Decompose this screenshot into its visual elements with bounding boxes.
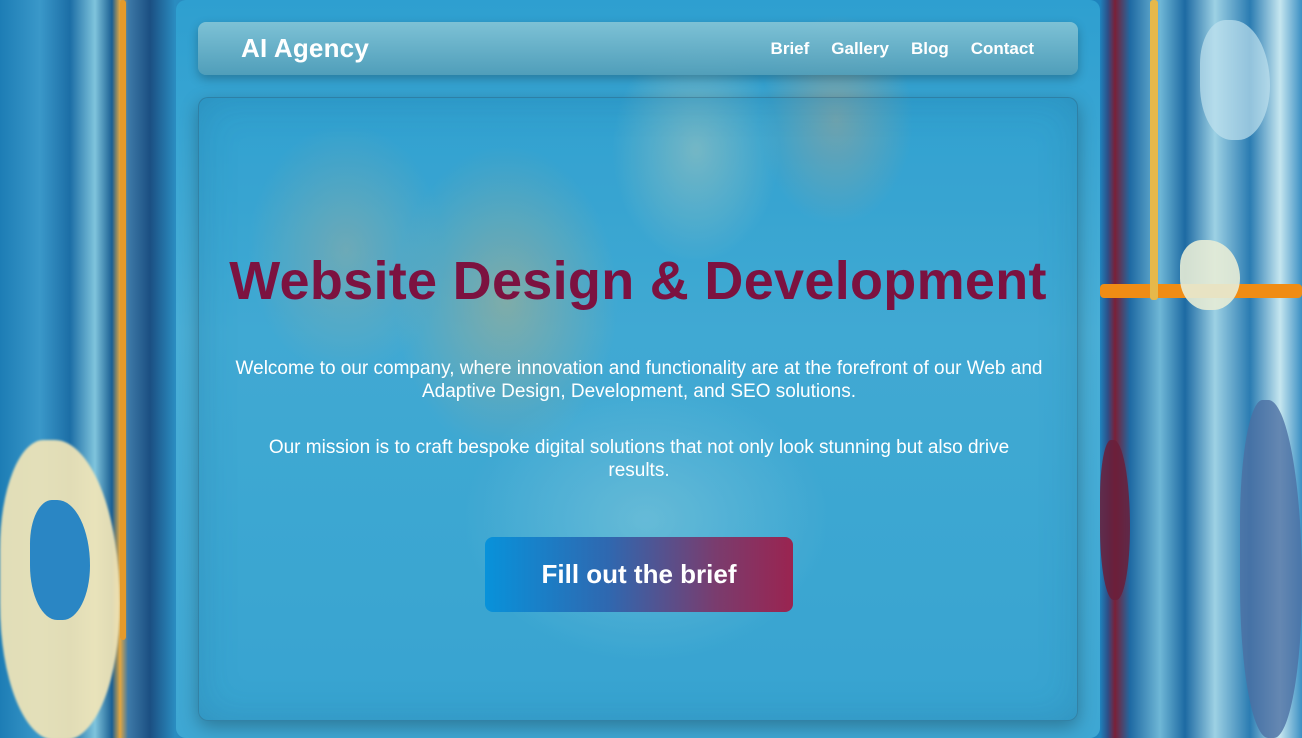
paint-blot <box>1240 400 1302 738</box>
nav-link-gallery[interactable]: Gallery <box>831 39 889 59</box>
navbar: AI Agency Brief Gallery Blog Contact <box>198 22 1078 75</box>
paint-blot <box>1180 240 1240 310</box>
fill-brief-button[interactable]: Fill out the brief <box>485 537 793 612</box>
nav-link-brief[interactable]: Brief <box>771 39 810 59</box>
brand-logo[interactable]: AI Agency <box>241 33 369 64</box>
paint-stroke <box>120 0 126 640</box>
nav-link-contact[interactable]: Contact <box>971 39 1034 59</box>
mission-paragraph: Our mission is to craft bespoke digital … <box>268 437 1010 481</box>
nav-links: Brief Gallery Blog Contact <box>771 39 1034 59</box>
intro-paragraph: Welcome to our company, where innovation… <box>235 358 1043 402</box>
paint-blot <box>1100 440 1130 600</box>
nav-link-blog[interactable]: Blog <box>911 39 949 59</box>
page-title: Website Design & Development <box>229 251 1047 311</box>
hero-card: Website Design & Development Welcome to … <box>198 97 1078 721</box>
paint-stroke <box>1150 0 1158 300</box>
paint-blot <box>1200 20 1270 140</box>
